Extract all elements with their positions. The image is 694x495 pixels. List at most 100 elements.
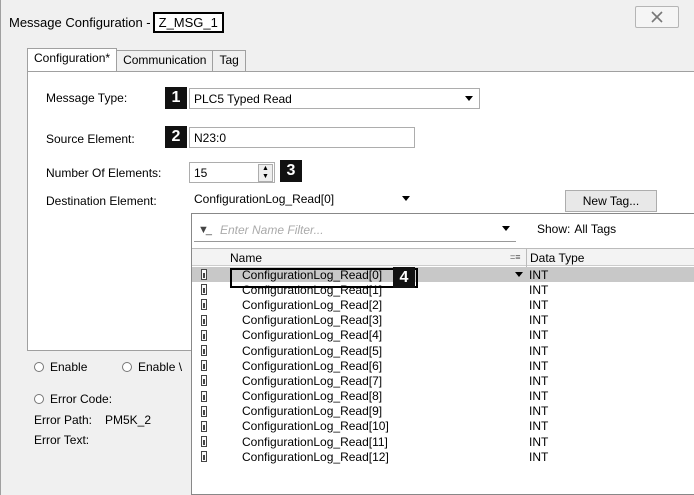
column-header-name[interactable]: Name bbox=[230, 251, 262, 265]
tag-icon bbox=[201, 360, 207, 372]
name-filter-input[interactable]: ▼̲ Enter Name Filter... bbox=[194, 218, 516, 242]
tag-name: ConfigurationLog_Read[9] bbox=[242, 404, 383, 419]
tag-name: ConfigurationLog_Read[10] bbox=[242, 419, 389, 434]
tag-row[interactable]: ConfigurationLog_Read[5] INT bbox=[192, 343, 694, 358]
tag-data-type: INT bbox=[529, 419, 549, 434]
callout-badge-1: 1 bbox=[165, 87, 187, 109]
chevron-down-icon bbox=[402, 196, 410, 201]
number-of-elements-spinner[interactable]: ▲ ▼ bbox=[258, 164, 273, 182]
tag-name: ConfigurationLog_Read[5] bbox=[242, 343, 383, 358]
error-path-label: Error Path: bbox=[34, 413, 93, 427]
tag-name: ConfigurationLog_Read[3] bbox=[242, 313, 383, 328]
chevron-down-icon[interactable] bbox=[515, 272, 523, 277]
tag-icon bbox=[201, 344, 207, 356]
tag-row[interactable]: ConfigurationLog_Read[3] INT bbox=[192, 313, 694, 328]
tag-data-type: INT bbox=[529, 343, 549, 358]
enable-waiting-label: Enable \ bbox=[138, 360, 183, 374]
chevron-down-icon[interactable] bbox=[502, 226, 510, 231]
tag-browser-popup: ▼̲ Enter Name Filter... Show: All Tags N… bbox=[191, 213, 694, 495]
filter-row: ▼̲ Enter Name Filter... Show: All Tags bbox=[192, 214, 694, 246]
source-element-label: Source Element: bbox=[46, 132, 135, 146]
tag-name: ConfigurationLog_Read[7] bbox=[242, 373, 383, 388]
enable-indicator: Enable bbox=[34, 360, 87, 374]
title-message-name: Z_MSG_1 bbox=[152, 12, 224, 33]
destination-element-dropdown[interactable]: ConfigurationLog_Read[0] bbox=[189, 188, 417, 209]
filter-icon: ▼̲ bbox=[198, 223, 209, 236]
destination-element-label: Destination Element: bbox=[46, 194, 157, 208]
tag-data-type: INT bbox=[529, 449, 549, 464]
tag-row[interactable]: ConfigurationLog_Read[11] INT bbox=[192, 434, 694, 449]
tag-row[interactable]: ConfigurationLog_Read[10] INT bbox=[192, 419, 694, 434]
tag-row[interactable]: ConfigurationLog_Read[9] INT bbox=[192, 404, 694, 419]
close-button[interactable] bbox=[635, 6, 679, 28]
tag-icon bbox=[201, 390, 207, 402]
tag-icon bbox=[201, 451, 207, 463]
new-tag-button[interactable]: New Tag... bbox=[565, 190, 657, 212]
tag-name: ConfigurationLog_Read[8] bbox=[242, 389, 383, 404]
tag-icon bbox=[201, 405, 207, 417]
error-path-value: PM5K_2 bbox=[105, 413, 152, 427]
tag-row[interactable]: ConfigurationLog_Read[6] INT bbox=[192, 358, 694, 373]
show-value: All Tags bbox=[574, 222, 617, 236]
tag-name: ConfigurationLog_Read[4] bbox=[242, 328, 383, 343]
error-text-label: Error Text: bbox=[34, 433, 90, 447]
tag-name: ConfigurationLog_Read[1] bbox=[242, 282, 383, 297]
callout-badge-4: 4 bbox=[393, 267, 415, 288]
dialog-title: Message Configuration - Z_MSG_1 bbox=[9, 12, 224, 33]
column-header-data-type[interactable]: Data Type bbox=[530, 251, 584, 265]
chevron-down-icon bbox=[465, 96, 473, 101]
message-configuration-dialog: Message Configuration - Z_MSG_1 Configur… bbox=[0, 0, 694, 495]
spin-up-icon[interactable]: ▲ bbox=[259, 165, 272, 173]
tag-row[interactable]: ConfigurationLog_Read[2] INT bbox=[192, 297, 694, 312]
error-code-indicator: Error Code: bbox=[34, 392, 112, 406]
tag-data-type: INT bbox=[529, 434, 549, 449]
callout-badge-2: 2 bbox=[165, 126, 187, 148]
spin-down-icon[interactable]: ▼ bbox=[259, 173, 272, 181]
tag-icon bbox=[201, 284, 207, 296]
message-type-value: PLC5 Typed Read bbox=[194, 91, 292, 106]
tag-name: ConfigurationLog_Read[12] bbox=[242, 449, 389, 464]
enable-waiting-indicator: Enable \ bbox=[122, 360, 182, 374]
title-prefix: Message Configuration - bbox=[9, 15, 151, 30]
enable-radio-icon bbox=[34, 362, 44, 372]
tag-icon bbox=[201, 329, 207, 341]
tag-row[interactable]: ConfigurationLog_Read[7] INT bbox=[192, 373, 694, 388]
enable-label: Enable bbox=[50, 360, 88, 374]
callout-badge-3: 3 bbox=[280, 160, 302, 182]
tag-data-type: INT bbox=[529, 373, 549, 388]
tag-icon bbox=[201, 314, 207, 326]
error-code-radio-icon bbox=[34, 394, 44, 404]
tag-row[interactable]: ConfigurationLog_Read[4] INT bbox=[192, 328, 694, 343]
tag-data-type: INT bbox=[529, 297, 549, 312]
destination-element-value: ConfigurationLog_Read[0] bbox=[194, 191, 335, 206]
tag-row[interactable]: ConfigurationLog_Read[8] INT bbox=[192, 389, 694, 404]
tag-icon bbox=[201, 299, 207, 311]
message-type-label: Message Type: bbox=[46, 91, 128, 105]
filter-placeholder: Enter Name Filter... bbox=[220, 222, 324, 237]
tag-data-type: INT bbox=[529, 358, 549, 373]
tag-name: ConfigurationLog_Read[11] bbox=[242, 434, 388, 449]
tag-list-header: Name =≡ Data Type bbox=[192, 248, 694, 267]
message-type-dropdown[interactable]: PLC5 Typed Read bbox=[189, 88, 480, 109]
column-chooser-icon[interactable]: =≡ bbox=[510, 252, 521, 262]
tag-list: ConfigurationLog_Read[0] INT Configuration… bbox=[192, 267, 694, 464]
tab-configuration[interactable]: Configuration* bbox=[27, 48, 118, 71]
error-code-label: Error Code: bbox=[50, 392, 113, 406]
number-of-elements-label: Number Of Elements: bbox=[46, 166, 162, 180]
tab-tag[interactable]: Tag bbox=[212, 50, 246, 71]
tag-data-type: INT bbox=[529, 404, 549, 419]
tag-icon bbox=[201, 436, 207, 448]
close-icon bbox=[651, 11, 663, 23]
tag-data-type: INT bbox=[529, 313, 549, 328]
tag-data-type: INT bbox=[529, 267, 549, 282]
source-element-input[interactable]: N23:0 bbox=[189, 127, 415, 148]
tab-strip: Configuration* Communication Tag bbox=[27, 48, 246, 71]
tag-name: ConfigurationLog_Read[6] bbox=[242, 358, 383, 373]
tag-row[interactable]: ConfigurationLog_Read[12] INT bbox=[192, 449, 694, 464]
show-filter[interactable]: Show: All Tags bbox=[537, 222, 616, 236]
tag-data-type: INT bbox=[529, 328, 549, 343]
tag-icon bbox=[201, 375, 207, 387]
tag-row[interactable]: ConfigurationLog_Read[1] INT bbox=[192, 282, 694, 297]
tab-communication[interactable]: Communication bbox=[116, 50, 214, 71]
tag-row[interactable]: ConfigurationLog_Read[0] INT bbox=[192, 267, 694, 283]
